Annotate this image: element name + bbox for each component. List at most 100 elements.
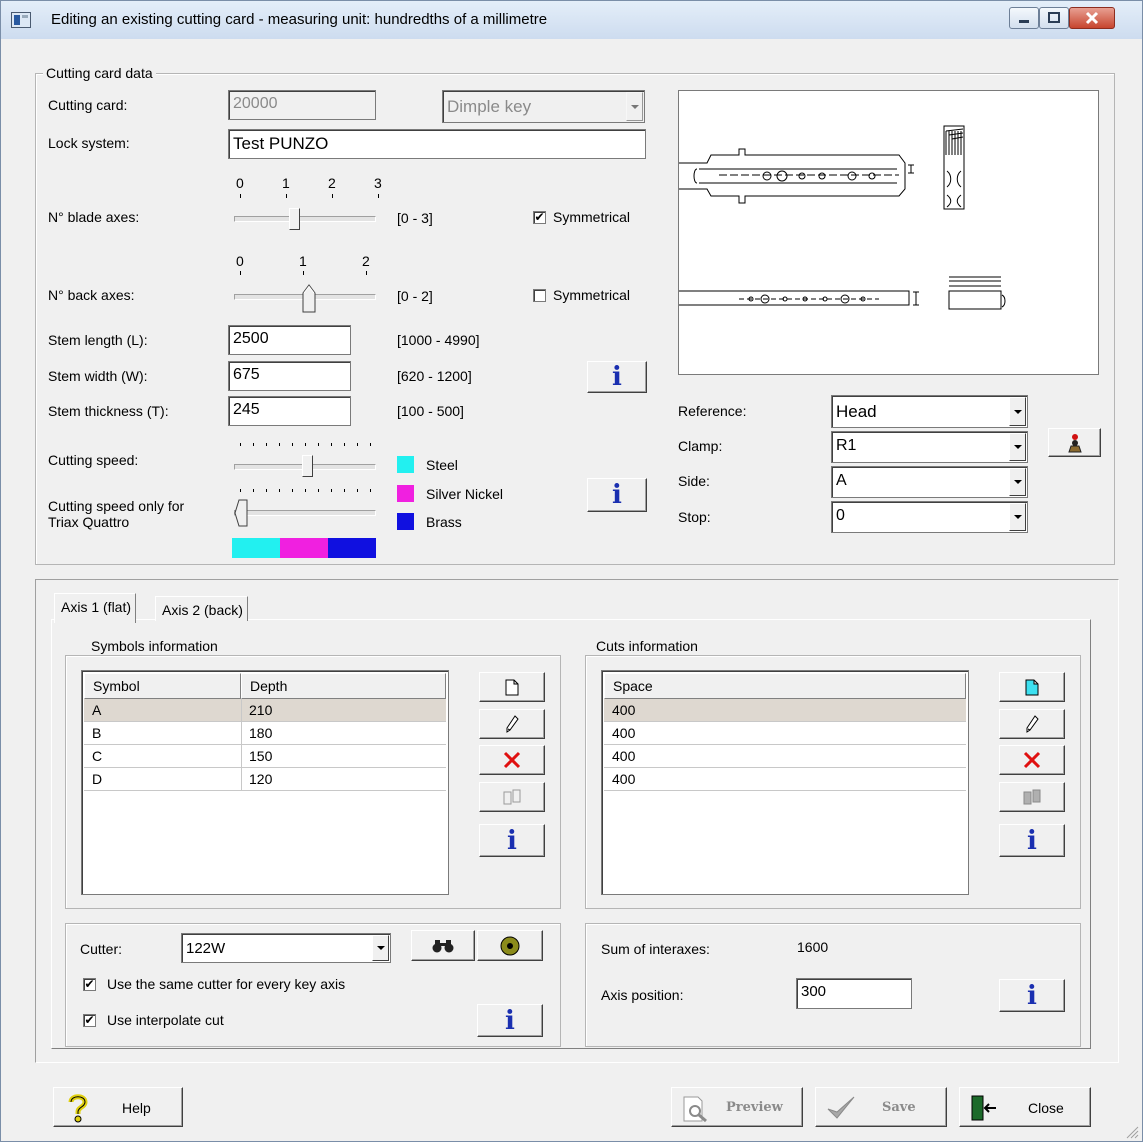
same-cutter-checkbox[interactable]: ✔ <box>83 978 96 991</box>
edit-symbol-button[interactable] <box>479 709 545 739</box>
triax-speed-label-1: Cutting speed only for <box>48 498 185 514</box>
back-axes-slider[interactable] <box>302 283 316 313</box>
slider-tick <box>279 489 280 492</box>
back-symmetrical-checkbox[interactable] <box>533 289 546 302</box>
edit-cut-button[interactable] <box>999 709 1065 739</box>
operator-button[interactable] <box>1048 428 1101 457</box>
reference-select[interactable]: Head <box>831 395 1028 428</box>
symbol-cell: A <box>92 702 102 718</box>
sum-interaxes-label: Sum of interaxes: <box>601 941 710 957</box>
slider-tick <box>331 489 332 492</box>
silver-nickel-label: Silver Nickel <box>426 486 504 502</box>
stem-info-button[interactable]: i <box>587 361 647 393</box>
symbols-info-button[interactable]: i <box>479 824 545 857</box>
back-range-label: [0 - 2] <box>397 288 433 304</box>
column-divider <box>241 745 242 768</box>
preview-button[interactable]: Preview <box>671 1087 803 1127</box>
slider-tick <box>253 443 254 446</box>
triax-speed-slider[interactable] <box>234 499 248 527</box>
cuts-info-button[interactable]: i <box>999 824 1065 857</box>
cutter-view-button[interactable] <box>477 930 543 961</box>
side-select[interactable]: A <box>831 466 1028 498</box>
tab-axis-2[interactable]: Axis 2 (back) <box>155 596 248 621</box>
slider-tick <box>344 443 345 446</box>
blade-range-label: [0 - 3] <box>397 210 433 226</box>
cutter-select[interactable]: 122W <box>181 933 391 963</box>
table-row[interactable]: 400 <box>604 699 966 722</box>
resize-grip-icon[interactable] <box>1125 1125 1139 1139</box>
table-row[interactable]: A 210 <box>84 699 446 722</box>
chevron-down-icon <box>1009 433 1026 461</box>
cuts-table[interactable]: Space 400 400 400 400 <box>601 670 969 895</box>
pencil-icon <box>506 715 519 733</box>
table-row[interactable]: 400 <box>604 722 966 745</box>
stem-thickness-field[interactable]: 245 <box>228 396 351 426</box>
save-button[interactable]: Save <box>815 1087 947 1127</box>
slider-tick-label: 0 <box>236 175 244 191</box>
blade-symmetrical-checkbox[interactable]: ✔ <box>533 211 546 224</box>
lock-system-field[interactable]: Test PUNZO <box>228 129 646 159</box>
slider-tick <box>370 489 371 492</box>
depth-column-header[interactable]: Depth <box>241 673 446 699</box>
cutter-value: 122W <box>186 940 226 957</box>
interpolate-checkbox[interactable]: ✔ <box>83 1014 96 1027</box>
search-cutter-button[interactable] <box>411 930 475 961</box>
new-cut-button[interactable] <box>999 672 1065 702</box>
stem-width-field[interactable]: 675 <box>228 361 351 391</box>
copy-cut-button[interactable] <box>999 782 1065 812</box>
cutting-speed-slider[interactable] <box>302 455 313 477</box>
stop-select[interactable]: 0 <box>831 501 1028 533</box>
new-symbol-button[interactable] <box>479 672 545 702</box>
stem-length-range: [1000 - 4990] <box>397 332 480 348</box>
slider-tick <box>292 443 293 446</box>
steel-color-bar <box>232 538 280 558</box>
axis-info-button[interactable]: i <box>999 979 1065 1012</box>
blade-axes-slider[interactable] <box>289 208 300 230</box>
checkmark-icon <box>827 1096 855 1119</box>
close-window-button[interactable] <box>1069 7 1115 29</box>
clamp-value: R1 <box>836 437 857 454</box>
minimize-button[interactable] <box>1009 7 1039 29</box>
stem-length-field[interactable]: 2500 <box>228 325 351 355</box>
table-row[interactable]: B 180 <box>84 722 446 745</box>
close-label: Close <box>1028 1100 1064 1116</box>
cutter-label: Cutter: <box>80 941 123 957</box>
symbol-column-header[interactable]: Symbol <box>84 673 241 699</box>
copy-symbol-button[interactable] <box>479 782 545 812</box>
table-row[interactable]: C 150 <box>84 745 446 768</box>
space-column-header[interactable]: Space <box>604 673 966 699</box>
clamp-select[interactable]: R1 <box>831 431 1028 463</box>
new-document-icon <box>505 679 519 695</box>
info-icon: i <box>507 825 517 856</box>
table-row[interactable]: D 120 <box>84 768 446 791</box>
copy-icon <box>503 789 521 805</box>
maximize-button[interactable] <box>1039 7 1069 29</box>
tab-axis-1[interactable]: Axis 1 (flat) <box>54 593 137 623</box>
depth-cell: 120 <box>249 771 273 787</box>
slider-tick <box>286 194 287 198</box>
close-icon <box>1085 11 1099 25</box>
close-button[interactable]: Close <box>959 1087 1091 1127</box>
lock-system-label: Lock system: <box>48 135 130 151</box>
blade-axes-label: N° blade axes: <box>48 209 140 225</box>
axis-position-field[interactable]: 300 <box>796 978 912 1009</box>
side-value: A <box>836 472 847 489</box>
reference-label: Reference: <box>678 403 747 419</box>
table-row[interactable]: 400 <box>604 768 966 791</box>
column-divider <box>241 768 242 791</box>
table-row[interactable]: 400 <box>604 745 966 768</box>
delete-cut-button[interactable] <box>999 745 1065 775</box>
cutter-disc-icon <box>500 936 520 955</box>
binoculars-icon <box>432 939 454 952</box>
cutter-info-button[interactable]: i <box>477 1004 543 1037</box>
delete-symbol-button[interactable] <box>479 745 545 775</box>
speed-info-button[interactable]: i <box>587 478 647 512</box>
help-button[interactable]: Help <box>53 1087 183 1127</box>
chevron-down-icon <box>372 935 389 961</box>
slider-tick-label: 1 <box>282 175 290 191</box>
info-icon: i <box>505 1005 515 1036</box>
symbols-group-label: Symbols information <box>88 638 221 654</box>
slider-tick-label: 0 <box>236 253 244 269</box>
slider-tick <box>357 443 358 446</box>
symbols-table[interactable]: Symbol Depth A 210 B 180 C 150 D 120 <box>81 670 449 895</box>
